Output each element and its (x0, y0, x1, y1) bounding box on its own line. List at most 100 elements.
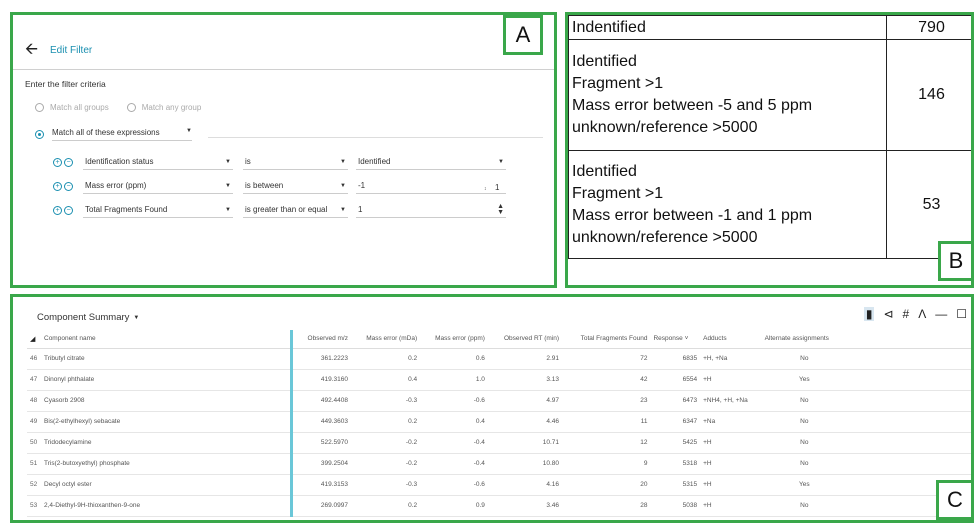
match-expressions-select[interactable]: Match all of these expressions ▼ (52, 128, 192, 141)
observed-rt-cell: 2.91 (487, 348, 563, 370)
table-row[interactable]: 50 Tridodecylamine 522.5970 -0.2 -0.4 10… (27, 432, 971, 454)
add-criterion-icon[interactable]: + (53, 157, 62, 167)
panel-label-c: C (936, 480, 974, 520)
peak-icon[interactable]: Λ (918, 307, 926, 321)
operator-select[interactable]: is between ▼ (243, 178, 348, 194)
remove-criterion-icon[interactable]: − (64, 181, 73, 191)
back-arrow-icon[interactable]: 🡨 (25, 42, 38, 58)
mass-error-ppm-cell: -0.6 (420, 474, 488, 496)
row-index: 50 (27, 432, 41, 454)
column-header-observed-mz[interactable]: Observed m/z (289, 330, 351, 349)
component-name-cell: Tris(2-butoxyethyl) phosphate (41, 453, 291, 475)
column-header-total-fragments[interactable]: Total Fragments Found (562, 330, 651, 349)
chevron-down-icon: ▼ (225, 158, 231, 165)
response-cell: 5425 (650, 432, 701, 454)
table-row[interactable]: 46 Tributyl citrate 361.2223 0.2 0.6 2.9… (27, 348, 971, 370)
chevron-down-icon: ▼ (340, 158, 346, 165)
component-name-cell: 2,4-Diethyl-9H-thioxanthen-9-one (41, 495, 291, 517)
table-row[interactable]: 47 Dinonyl phthalate 419.3160 0.4 1.0 3.… (27, 369, 971, 391)
add-criterion-icon[interactable]: + (53, 181, 62, 191)
total-fragments-cell: 20 (562, 474, 651, 496)
observed-rt-cell: 3.46 (487, 495, 563, 517)
total-fragments-cell: 23 (562, 390, 651, 412)
operator-select[interactable]: is greater than or equal ▼ (243, 202, 348, 218)
column-header-adducts[interactable]: Adducts (700, 330, 762, 349)
value-input[interactable]: 1 ▲ ▼ (356, 202, 506, 218)
chevron-down-icon: ▼ (498, 158, 504, 165)
remove-criterion-icon[interactable]: − (64, 205, 73, 215)
minimize-icon[interactable]: — (935, 307, 947, 321)
observed-rt-cell: 4.97 (487, 390, 563, 412)
field-select[interactable]: Total Fragments Found ▼ (83, 202, 233, 218)
criteria-cell: Indentified (568, 15, 887, 40)
mass-error-ppm-cell: 0.4 (420, 411, 488, 433)
component-summary-panel: Component Summary ▼ ▮ ⊲ # Λ — ☐ ◢ Compon… (10, 294, 974, 523)
remove-criterion-icon[interactable]: − (64, 157, 73, 167)
add-criterion-icon[interactable]: + (53, 205, 62, 215)
table-row[interactable]: 51 Tris(2-butoxyethyl) phosphate 399.250… (27, 453, 971, 475)
maximize-icon[interactable]: ☐ (956, 307, 967, 321)
total-fragments-cell: 72 (562, 348, 651, 370)
criterion-row: + − Identification status ▼ is ▼ Identif… (53, 152, 506, 172)
criteria-line: unknown/reference >5000 (572, 119, 758, 136)
expression-match-row: Match all of these expressions ▼ (35, 128, 192, 141)
max-value-input[interactable]: 1 (495, 183, 499, 192)
observed-mz-cell: 361.2223 (289, 348, 351, 370)
row-index: 49 (27, 411, 41, 433)
criteria-table: Indentified 790 Identified Fragment >1 M… (568, 15, 971, 259)
response-cell: 6554 (650, 369, 701, 391)
alternate-assignments-cell: No (761, 432, 847, 454)
response-cell: 6835 (650, 348, 701, 370)
match-any-group-radio[interactable] (126, 103, 136, 112)
table-row[interactable]: 53 2,4-Diethyl-9H-thioxanthen-9-one 269.… (27, 495, 971, 517)
component-name-cell: Cyasorb 2908 (41, 390, 291, 412)
criteria-summary-panel: Indentified 790 Identified Fragment >1 M… (565, 12, 974, 288)
operator-select[interactable]: is ▼ (243, 154, 348, 170)
component-name-cell: Dinonyl phthalate (41, 369, 291, 391)
operator-label: is between (245, 181, 284, 190)
adducts-cell: +Na (700, 411, 762, 433)
expression-divider (208, 137, 543, 138)
criteria-line: Identified (572, 162, 637, 180)
adducts-cell: +NH4, +H, +Na (700, 390, 762, 412)
column-header-mass-error-ppm[interactable]: Mass error (ppm) (420, 330, 488, 349)
observed-rt-cell: 3.13 (487, 369, 563, 391)
table-row[interactable]: 52 Decyl octyl ester 419.3153 -0.3 -0.6 … (27, 474, 971, 496)
alternate-assignments-cell: No (761, 495, 847, 517)
mass-error-mda-cell: 0.2 (351, 348, 421, 370)
field-select[interactable]: Identification status ▼ (83, 154, 233, 170)
chevron-down-icon: ▼ (186, 128, 192, 134)
alternate-assignments-cell: Yes (761, 474, 847, 496)
column-header-alternate-assignments[interactable]: Alternate assignments (761, 330, 847, 349)
column-header-observed-rt[interactable]: Observed RT (min) (487, 330, 563, 349)
group-match-options: Match all groups Match any group (35, 103, 213, 112)
component-name-cell: Tributyl citrate (41, 348, 291, 370)
column-header-mass-error-mda[interactable]: Mass error (mDa) (351, 330, 421, 349)
match-any-group-label: Match any group (141, 103, 202, 112)
match-expressions-radio[interactable] (35, 130, 44, 139)
share-icon[interactable]: ⊲ (883, 307, 893, 321)
match-all-groups-radio[interactable] (35, 103, 44, 112)
response-cell: 5318 (650, 453, 701, 475)
mass-error-mda-cell: -0.2 (351, 453, 421, 475)
spinner-icon[interactable]: ▲ ▼ (497, 203, 504, 216)
sort-column-header[interactable]: ◢ (27, 330, 41, 349)
chevron-down-icon: ▼ (133, 314, 140, 321)
stepper-icon[interactable]: ↕ (484, 186, 487, 192)
value-select[interactable]: Identified ▼ (356, 154, 506, 170)
hash-icon[interactable]: # (903, 307, 910, 321)
column-header-component-name[interactable]: Component name (41, 330, 291, 349)
component-summary-title[interactable]: Component Summary ▼ (37, 312, 139, 323)
field-select[interactable]: Mass error (ppm) ▼ (83, 178, 233, 194)
column-header-response[interactable]: Response ˅ (650, 330, 701, 349)
total-fragments-cell: 12 (562, 432, 651, 454)
observed-rt-cell: 4.16 (487, 474, 563, 496)
operator-label: is greater than or equal (245, 205, 328, 214)
component-name-cell: Bis(2-ethylhexyl) sebacate (41, 411, 291, 433)
row-index: 46 (27, 348, 41, 370)
row-index: 52 (27, 474, 41, 496)
mass-error-ppm-cell: 1.0 (420, 369, 488, 391)
table-row[interactable]: 48 Cyasorb 2908 492.4408 -0.3 -0.6 4.97 … (27, 390, 971, 412)
table-row[interactable]: 49 Bis(2-ethylhexyl) sebacate 449.3603 0… (27, 411, 971, 433)
filter-icon[interactable]: ▮ (863, 307, 875, 321)
